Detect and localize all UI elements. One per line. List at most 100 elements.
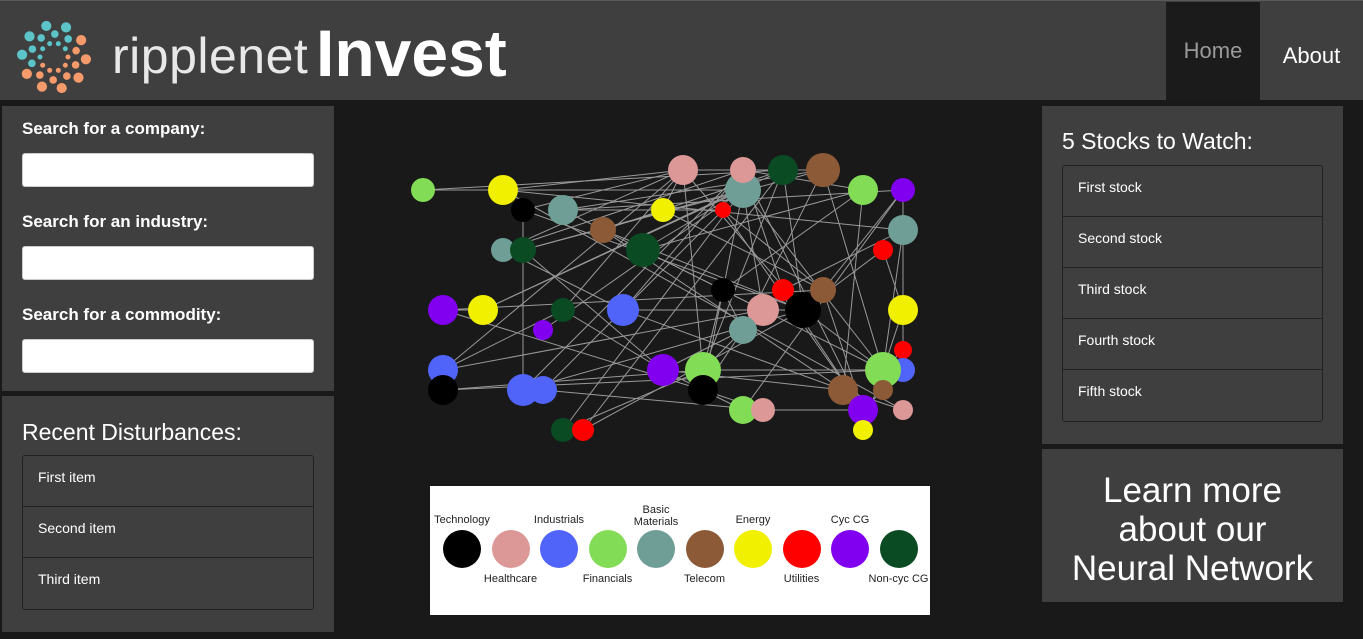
network-node[interactable]: [551, 298, 575, 322]
legend-label: Industrials: [533, 514, 585, 526]
logo-dot: [36, 81, 48, 92]
network-node[interactable]: [607, 294, 639, 326]
network-node[interactable]: [548, 195, 578, 225]
legend-label: Telecom: [684, 573, 725, 585]
logo-dot: [73, 72, 84, 83]
list-item[interactable]: First stock: [1063, 166, 1322, 217]
network-node[interactable]: [768, 155, 798, 185]
learn-more-text: Learn more about our Neural Network: [1042, 471, 1343, 588]
network-node[interactable]: [893, 400, 913, 420]
network-node[interactable]: [529, 376, 557, 404]
logo-dot: [64, 35, 72, 43]
network-node[interactable]: [551, 418, 575, 442]
commodity-search-input[interactable]: [22, 339, 314, 373]
logo-dot: [62, 62, 68, 68]
network-node[interactable]: [488, 175, 518, 205]
legend-swatch: [637, 530, 675, 568]
logo-dot: [55, 67, 61, 73]
network-node[interactable]: [572, 419, 594, 441]
network-node[interactable]: [810, 277, 836, 303]
network-node[interactable]: [891, 178, 915, 202]
stocks-to-watch-title: 5 Stocks to Watch:: [1062, 128, 1253, 154]
network-node[interactable]: [428, 375, 458, 405]
network-node[interactable]: [873, 240, 893, 260]
logo-dot: [71, 61, 80, 69]
network-node[interactable]: [511, 198, 535, 222]
search-panel: Search for a company: Search for an indu…: [2, 106, 334, 391]
legend-label: Technology: [434, 514, 490, 526]
legend-swatch: [685, 530, 724, 568]
legend-swatch: [782, 530, 821, 568]
brand-name: ripplenet: [112, 28, 309, 84]
logo-dot: [49, 76, 57, 84]
network-node[interactable]: [715, 202, 731, 218]
legend-label: Utilities: [783, 573, 820, 585]
network-node[interactable]: [873, 380, 893, 400]
logo-dot: [24, 31, 35, 42]
logo-dot: [55, 41, 61, 47]
list-item[interactable]: Third item: [23, 558, 313, 609]
network-node[interactable]: [888, 215, 918, 245]
network-node[interactable]: [468, 295, 498, 325]
network-node[interactable]: [751, 398, 775, 422]
legend-label: Cyc CG: [830, 514, 870, 526]
network-node[interactable]: [626, 233, 660, 267]
network-node[interactable]: [730, 157, 756, 183]
list-item[interactable]: Second stock: [1063, 217, 1322, 268]
network-node[interactable]: [848, 175, 878, 205]
list-item[interactable]: First item: [23, 456, 313, 507]
logo-dot: [51, 30, 59, 38]
network-node[interactable]: [533, 320, 553, 340]
legend-swatch: [443, 530, 481, 568]
network-node[interactable]: [510, 237, 536, 263]
list-item[interactable]: Third stock: [1063, 268, 1322, 319]
network-edge: [782, 229, 904, 291]
nav-home-link[interactable]: Home: [1166, 2, 1260, 101]
legend-label: Non-cyc CG: [868, 573, 929, 585]
network-node[interactable]: [411, 178, 435, 202]
logo-dot: [41, 20, 52, 32]
legend-label: Basic Materials: [633, 504, 679, 528]
network-node[interactable]: [853, 420, 873, 440]
network-node[interactable]: [428, 295, 458, 325]
network-node[interactable]: [668, 155, 698, 185]
learn-neural-network-button[interactable]: Learn more about our Neural Network: [1042, 449, 1343, 602]
list-item[interactable]: Second item: [23, 507, 313, 558]
legend-swatch: [540, 530, 578, 568]
logo-dot: [37, 34, 45, 42]
network-node[interactable]: [888, 295, 918, 325]
logo-dot: [56, 82, 67, 94]
nav-about-link[interactable]: About: [1260, 2, 1363, 101]
logo-dot: [37, 54, 43, 60]
recent-disturbances-title: Recent Disturbances:: [22, 419, 242, 445]
list-item[interactable]: Fifth stock: [1063, 370, 1322, 421]
header-bar: ripplenet Invest Home About: [0, 0, 1363, 101]
logo-dot: [60, 22, 72, 33]
recent-disturbances-panel: Recent Disturbances: First item Second i…: [2, 396, 334, 632]
logo-dot: [72, 46, 80, 55]
network-node[interactable]: [651, 198, 675, 222]
legend-label: Healthcare: [483, 573, 538, 585]
network-edge: [502, 169, 684, 191]
logo-dot: [28, 59, 36, 68]
company-search-input[interactable]: [22, 153, 314, 187]
legend-swatch: [734, 530, 772, 568]
logo-dot: [40, 62, 46, 68]
logo-dot: [28, 45, 37, 53]
network-node[interactable]: [647, 354, 679, 386]
network-node[interactable]: [590, 217, 616, 243]
network-node[interactable]: [729, 316, 757, 344]
commodity-search-label: Search for a commodity:: [22, 305, 222, 324]
logo-dot: [40, 46, 46, 52]
logo-dot: [21, 68, 32, 80]
learn-line-2: about our: [1118, 510, 1267, 549]
network-node[interactable]: [711, 278, 735, 302]
logo-dot: [47, 41, 53, 47]
logo-dot: [65, 54, 71, 60]
logo-dot: [16, 49, 28, 60]
network-node[interactable]: [894, 341, 912, 359]
network-node[interactable]: [688, 375, 718, 405]
list-item[interactable]: Fourth stock: [1063, 319, 1322, 370]
industry-search-input[interactable]: [22, 246, 314, 280]
network-node[interactable]: [806, 153, 840, 187]
